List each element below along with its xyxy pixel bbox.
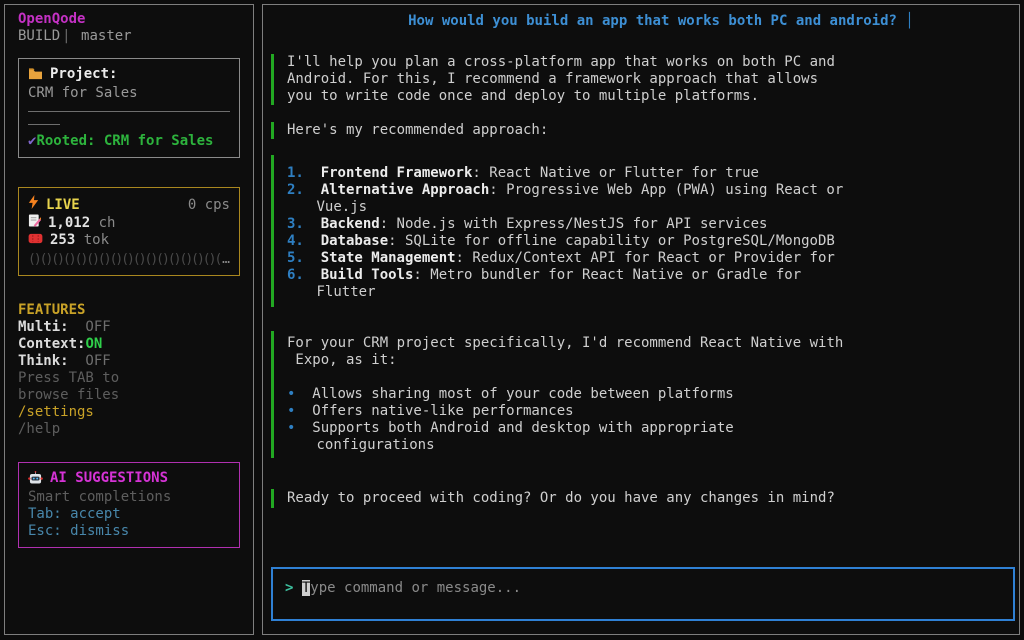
bullet-item: •Supports both Android and desktop with … — [287, 420, 1019, 437]
assistant-paragraph-intro: I'll help you plan a cross-platform app … — [271, 54, 1019, 105]
chat-panel: How would you build an app that works bo… — [262, 4, 1020, 635]
list-item: 4.Database: SQLite for offline capabilit… — [287, 233, 1019, 250]
list-item: 2.Alternative Approach: Progressive Web … — [287, 182, 1019, 199]
bullet-item: •Allows sharing most of your code betwee… — [287, 386, 1019, 403]
esc-dismiss-hint: Esc: dismiss — [28, 523, 230, 540]
project-label: Project: — [50, 66, 117, 82]
folder-icon — [28, 67, 43, 85]
tab-hint-line1: Press TAB to — [18, 370, 240, 387]
list-item: 6.Build Tools: Metro bundler for React N… — [287, 267, 1019, 284]
tab-accept-hint: Tab: accept — [28, 506, 230, 523]
ai-suggestions-heading: AI SUGGESTIONS — [50, 470, 168, 486]
subtitle-divider: | — [60, 28, 72, 44]
list-item: 1.Frontend Framework: React Native or Fl… — [287, 165, 1019, 182]
list-item-continuation: Vue.js — [287, 199, 1019, 216]
project-name: CRM for Sales — [28, 85, 230, 102]
assistant-numbered-list: 1.Frontend Framework: React Native or Fl… — [271, 155, 1019, 307]
toggle-context[interactable]: Context:ON — [18, 336, 240, 353]
app-title: OpenQode — [18, 11, 240, 28]
help-command[interactable]: /help — [18, 421, 240, 438]
ai-suggestions-box: AI SUGGESTIONS Smart completions Tab: ac… — [18, 462, 240, 548]
app-subtitle: BUILD| master — [18, 28, 240, 45]
features-section: FEATURES Multi: OFF Context:ON Think: OF… — [18, 302, 240, 438]
project-rooted-status: ✔Rooted: CRM for Sales — [28, 133, 230, 150]
project-divider-short — [28, 124, 60, 125]
robot-icon — [28, 471, 43, 489]
prompt-chevron: > — [285, 580, 293, 596]
assistant-recommendation-block: For your CRM project specifically, I'd r… — [271, 331, 1019, 458]
tokens-unit: tok — [75, 232, 109, 249]
activity-sparkline: ()()()()()()()()()()()()()()()()()()()()… — [28, 251, 230, 268]
input-placeholder: ype command or message... — [310, 580, 521, 596]
toggle-multi[interactable]: Multi: OFF — [18, 319, 240, 336]
assistant-closing-question: Ready to proceed with coding? Or do you … — [271, 489, 1019, 508]
zap-icon — [28, 195, 39, 214]
sidebar-panel: OpenQode BUILD| master Project: CRM for … — [4, 4, 254, 635]
command-input[interactable]: >Type command or message... — [271, 567, 1015, 621]
live-label: LIVE — [46, 197, 80, 214]
rooted-label: Rooted: CRM for Sales — [36, 133, 213, 149]
list-item: 3.Backend: Node.js with Express/NestJS f… — [287, 216, 1019, 233]
ticket-icon — [28, 232, 43, 249]
assistant-paragraph-approach: Here's my recommended approach: — [271, 122, 1019, 139]
list-item: 5.State Management: Redux/Context API fo… — [287, 250, 1019, 267]
ai-subheading: Smart completions — [28, 489, 230, 506]
project-box: Project: CRM for Sales ✔Rooted: CRM for … — [18, 58, 240, 158]
project-divider — [28, 111, 230, 112]
build-mode-label: BUILD — [18, 28, 60, 44]
toggle-think[interactable]: Think: OFF — [18, 353, 240, 370]
tab-hint-line2: browse files — [18, 387, 240, 404]
bullet-item-continuation: configurations — [287, 437, 1019, 454]
tokens-value: 253 — [50, 232, 75, 249]
bullet-item: •Offers native-like performances — [287, 403, 1019, 420]
chars-value: 1,012 — [48, 215, 90, 232]
live-stats-box: LIVE 0 cps 1,012 ch 253 tok ()()()()()()… — [18, 187, 240, 276]
list-item-continuation: Flutter — [287, 284, 1019, 301]
memo-icon — [28, 214, 41, 232]
user-message: How would you build an app that works bo… — [263, 13, 1019, 30]
cps-value: 0 cps — [188, 197, 230, 214]
git-branch-label: master — [81, 28, 132, 44]
question-cursor: │ — [905, 13, 913, 29]
features-heading: FEATURES — [18, 302, 240, 319]
settings-command[interactable]: /settings — [18, 404, 240, 421]
chars-unit: ch — [90, 215, 115, 232]
